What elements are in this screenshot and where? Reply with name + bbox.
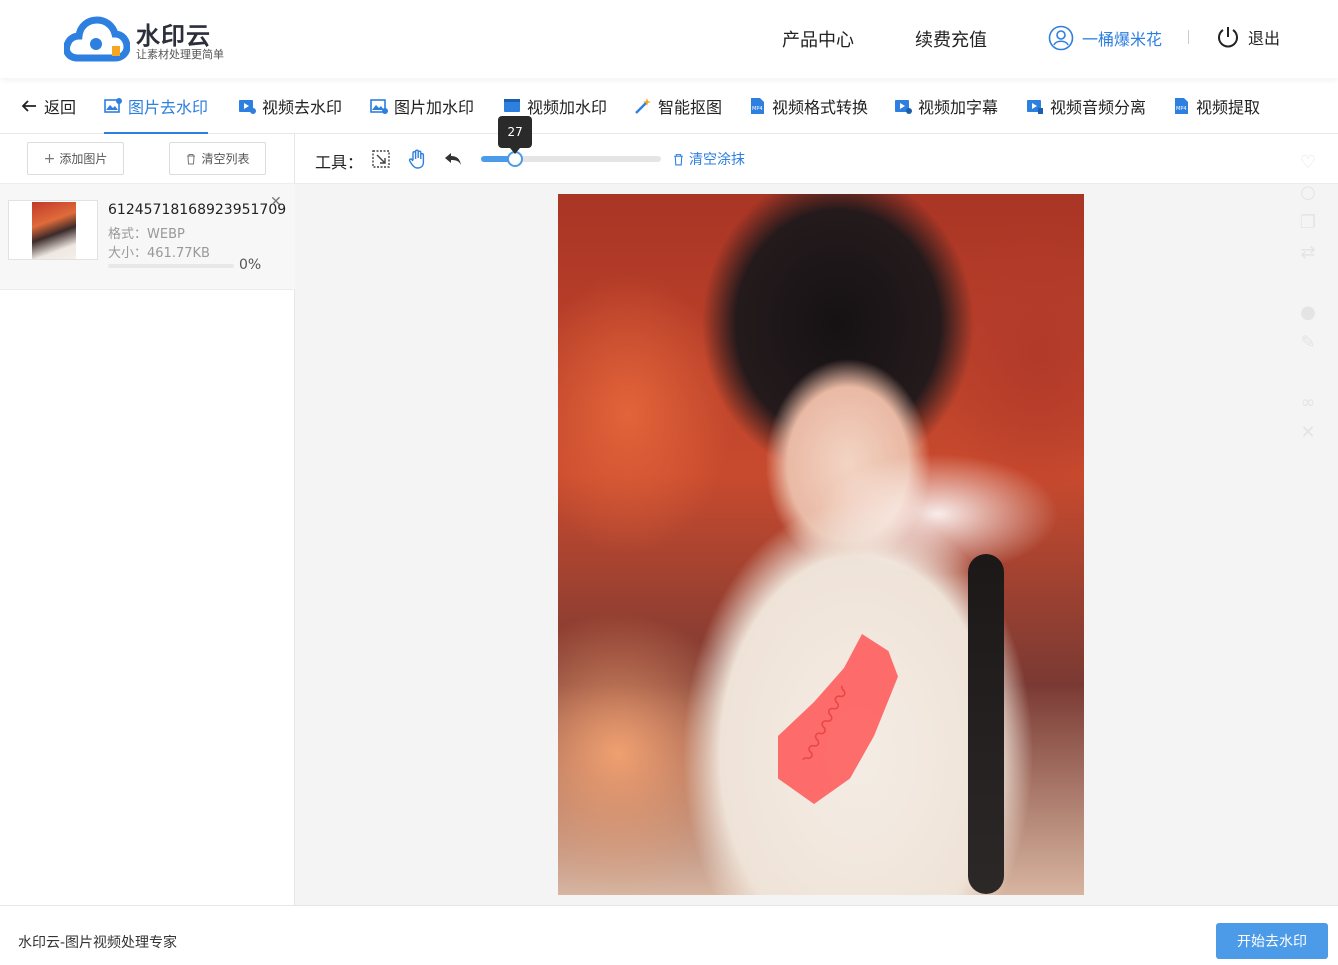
app-logo[interactable]: 水印云 让素材处理更简单 [64,14,234,64]
file-list-panel: + 添加图片 清空列表 612457181689239517097.... 格式… [0,134,295,905]
tab-smart-cutout[interactable]: 智能抠图 [634,78,722,134]
trash-icon [187,153,196,164]
file-list-item[interactable]: 612457181689239517097.... 格式：WEBP 大小：461… [0,184,295,290]
plus-icon: + [43,150,56,167]
tab-label: 图片加水印 [394,98,475,117]
select-box-icon[interactable] [370,148,392,170]
file-progress-text: 0% [239,257,262,273]
mp4-extract-icon: MP4 [1175,98,1188,114]
clear-list-label: 清空列表 [201,152,250,166]
clear-list-button[interactable]: 清空列表 [169,142,266,175]
remove-file-close-icon[interactable]: ✕ [270,194,282,210]
tab-image-remove-watermark[interactable]: 图片去水印 [104,78,209,134]
arrow-left-icon [21,100,36,112]
user-menu[interactable]: 一桶爆米花 [1048,24,1162,52]
repeat-icon[interactable]: ⇄ [1293,238,1323,268]
video-remove-icon [239,100,256,114]
tab-label: 视频提取 [1196,98,1261,117]
username: 一桶爆米花 [1082,30,1163,49]
link-icon[interactable]: ∞ [1293,388,1323,418]
add-image-button[interactable]: + 添加图片 [27,142,124,175]
pencil-icon[interactable]: ✎ [1293,328,1323,358]
clear-brush-label: 清空涂抹 [689,152,745,168]
tab-label: 视频音频分离 [1050,98,1147,117]
editor-toolbar: 工具： 27 清空涂抹 [295,116,1338,184]
audio-split-icon [1027,100,1043,114]
tab-label: 视频去水印 [262,98,343,117]
comment-icon[interactable]: ○ [1293,178,1323,208]
tab-video-subtitle[interactable]: 视频加字幕 [894,78,998,134]
tab-label: 视频加水印 [527,98,608,117]
file-name: 612457181689239517097.... [108,202,286,218]
image-add-icon [370,99,388,114]
file-progress-bar [108,264,234,268]
file-thumbnail [8,200,98,260]
subtitle-icon [895,100,912,114]
nav-product-center[interactable]: 产品中心 [782,26,854,52]
user-avatar-icon [1048,25,1074,51]
undo-icon[interactable] [442,148,464,170]
trash-icon [674,153,683,165]
header-divider [1188,30,1189,44]
logout-label: 退出 [1248,29,1281,48]
cloud-logo-icon [64,16,130,62]
feature-tabs: 返回 图片去水印 视频去水印 图片加水印 视频加水印 智能抠图 MP4 视频格式… [0,78,1338,134]
editing-image[interactable]: 〰〰〰 [558,194,1084,895]
tab-video-extract[interactable]: MP4 视频提取 [1172,78,1260,134]
mp4-icon: MP4 [751,98,764,114]
start-remove-watermark-button[interactable]: 开始去水印 [1216,923,1328,959]
app-header: 水印云 让素材处理更简单 产品中心 续费充值 一桶爆米花 退出 [0,0,1338,78]
svg-text:MP4: MP4 [1176,106,1187,112]
app-footer: 水印云-图片视频处理专家 开始去水印 [0,905,1338,965]
tab-video-format-convert[interactable]: MP4 视频格式转换 [748,78,868,134]
floating-side-toolbar: ♡ ○ ❐ ⇄ ● ✎ ∞ ✕ [1293,148,1323,443]
file-format: 格式：WEBP [108,227,185,242]
tab-video-audio-split[interactable]: 视频音频分离 [1026,78,1146,134]
editor-area: 工具： 27 清空涂抹 〰〰〰 ♡ ○ ❐ ⇄ ● ✎ ∞ ✕ [295,116,1338,905]
image-remove-icon [104,98,122,113]
brush-size-tooltip: 27 [498,116,533,154]
close-icon[interactable]: ✕ [1293,418,1323,448]
footer-tagline: 水印云-图片视频处理专家 [18,935,178,951]
tab-label: 智能抠图 [658,98,723,117]
tab-image-add-watermark[interactable]: 图片加水印 [370,78,474,134]
tab-label: 视频加字幕 [918,98,999,117]
tab-video-remove-watermark[interactable]: 视频去水印 [238,78,342,134]
back-label: 返回 [44,98,77,117]
power-icon [1218,27,1238,48]
logo-subtitle: 让素材处理更简单 [136,48,224,61]
thumbnail-image [32,202,76,259]
tab-label: 视频格式转换 [772,98,869,117]
brush-size-slider[interactable]: 27 [481,116,661,167]
svg-text:MP4: MP4 [752,106,763,112]
check-icon[interactable]: ● [1293,298,1323,328]
nav-recharge[interactable]: 续费充值 [915,26,987,52]
copy-icon[interactable]: ❐ [1293,208,1323,238]
tools-label: 工具： [315,153,364,172]
add-image-label: 添加图片 [59,152,108,166]
tab-label: 图片去水印 [128,98,209,117]
magic-wand-icon [635,98,651,114]
file-size: 大小：461.77KB [108,246,210,261]
logout-button[interactable]: 退出 [1216,25,1280,49]
video-add-icon [504,99,520,112]
brush-size-value: 27 [507,125,523,139]
hand-pan-icon[interactable] [406,148,428,170]
image-hair-strand [968,554,1004,894]
clear-brush-button[interactable]: 清空涂抹 [672,149,745,169]
back-button[interactable]: 返回 [20,78,76,134]
heart-icon[interactable]: ♡ [1293,148,1323,178]
